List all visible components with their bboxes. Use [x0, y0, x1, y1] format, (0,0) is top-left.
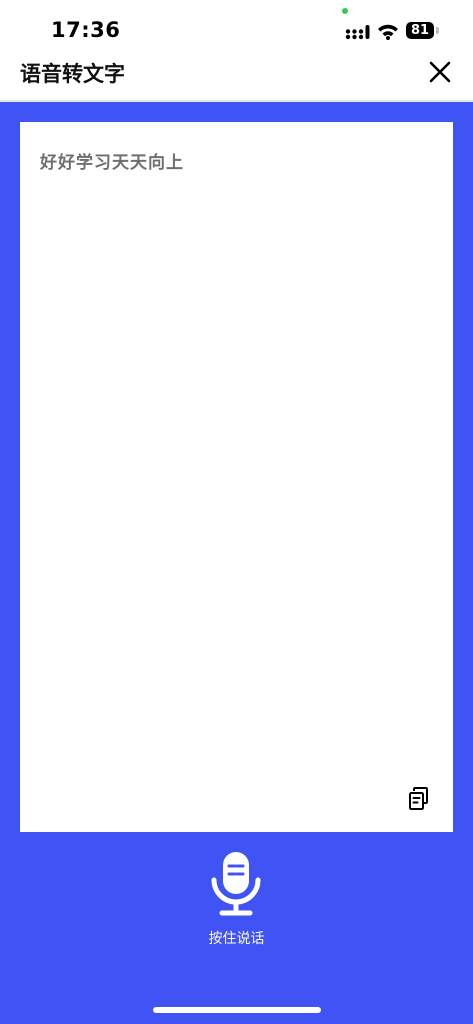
close-button[interactable]	[424, 56, 456, 88]
copy-button[interactable]	[405, 785, 433, 813]
status-time: 17:36	[51, 18, 121, 42]
wifi-icon	[378, 24, 398, 40]
battery-icon: 81	[406, 22, 442, 41]
header: 语音转文字	[0, 48, 473, 102]
transcript-text: 好好学习天天向上	[40, 153, 184, 173]
page-title: 语音转文字	[20, 62, 125, 86]
transcript-card: 好好学习天天向上	[20, 122, 453, 832]
battery-level: 81	[406, 22, 434, 39]
microphone-icon	[211, 852, 261, 916]
battery-cap	[436, 27, 439, 34]
close-icon	[429, 61, 451, 83]
camera-indicator-dot	[342, 8, 348, 14]
signal-icon	[345, 25, 370, 40]
home-indicator[interactable]	[153, 1007, 321, 1013]
hold-to-talk-button[interactable]	[208, 848, 264, 918]
status-bar: 17:36 81	[0, 0, 473, 48]
hold-to-talk-label: 按住说话	[208, 931, 265, 947]
main-content: 好好学习天天向上 按住说话	[0, 102, 473, 1024]
copy-icon	[409, 787, 428, 810]
